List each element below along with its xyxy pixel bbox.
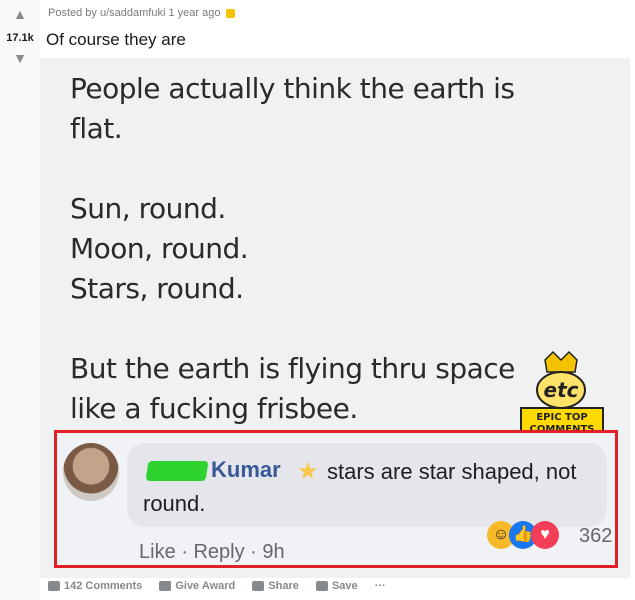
award-icon bbox=[226, 8, 236, 18]
comment-icon bbox=[48, 581, 60, 592]
share-icon bbox=[252, 581, 265, 592]
comment-text: round. bbox=[143, 491, 206, 516]
save-button[interactable]: Save bbox=[315, 580, 358, 592]
post-title[interactable]: Of course they are bbox=[46, 30, 186, 50]
vote-score: 17.1k bbox=[6, 32, 34, 44]
image-text-line: People actually think the earth is bbox=[70, 72, 515, 105]
post-image[interactable]: People actually think the earth is flat.… bbox=[40, 58, 630, 578]
epic-top-comments-logo: etc EPIC TOP COMMENTS bbox=[517, 350, 607, 440]
upvote-icon[interactable]: ▲ bbox=[12, 6, 28, 22]
avatar bbox=[63, 443, 119, 501]
give-award-button[interactable]: Give Award bbox=[159, 580, 235, 592]
logo-text: EPIC TOP bbox=[536, 412, 587, 423]
redaction-mark bbox=[145, 461, 209, 481]
share-button[interactable]: Share bbox=[252, 580, 299, 592]
bookmark-icon bbox=[315, 581, 328, 592]
post-footer: 142 Comments Give Award Share Save ··· bbox=[48, 580, 400, 592]
reaction-icons: ☺ 👍 ♥ bbox=[487, 519, 567, 553]
post-meta: Posted by u/saddamfuki 1 year ago bbox=[48, 7, 236, 19]
image-text-line: Moon, round. bbox=[70, 232, 249, 265]
comment-text: stars are star shaped, not bbox=[327, 459, 577, 484]
comments-button[interactable]: 142 Comments bbox=[48, 580, 142, 592]
downvote-icon[interactable]: ▼ bbox=[12, 50, 28, 66]
comment-actions: Like · Reply · 9h bbox=[139, 541, 285, 563]
vote-column: ▲ 17.1k ▼ bbox=[0, 0, 40, 600]
facebook-comment-box: Kumar ★ stars are star shaped, not round… bbox=[54, 430, 618, 568]
image-text-line: like a fucking frisbee. bbox=[70, 392, 358, 425]
comment-bubble: Kumar ★ stars are star shaped, not round… bbox=[127, 443, 607, 527]
image-text-line: Stars, round. bbox=[70, 272, 244, 305]
image-text-line: Sun, round. bbox=[70, 192, 226, 225]
commenter-name: Kumar bbox=[211, 457, 281, 482]
more-options-button[interactable]: ··· bbox=[375, 580, 386, 592]
love-icon: ♥ bbox=[531, 521, 559, 549]
award-icon bbox=[159, 581, 172, 592]
reaction-count: 362 bbox=[579, 525, 613, 547]
logo-text: etc bbox=[544, 378, 579, 402]
star-icon: ★ bbox=[297, 458, 319, 485]
image-text-line: But the earth is flying thru space bbox=[70, 352, 515, 385]
image-text-line: flat. bbox=[70, 112, 123, 145]
post-meta-text: Posted by u/saddamfuki 1 year ago bbox=[48, 7, 221, 19]
